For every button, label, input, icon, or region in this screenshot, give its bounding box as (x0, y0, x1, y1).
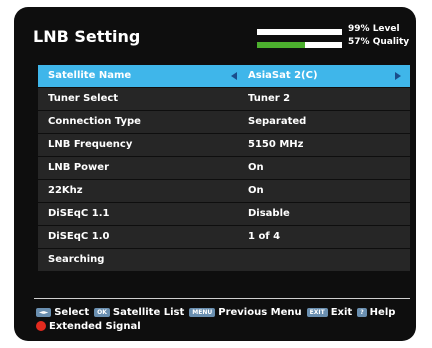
setting-label: Searching (48, 254, 105, 265)
setting-row-diseqc-1-1[interactable]: DiSEqC 1.1 Disable (38, 203, 410, 226)
setting-label: Connection Type (48, 116, 141, 127)
setting-label: Satellite Name (48, 70, 132, 81)
menu-key-icon: MENU (189, 307, 216, 317)
setting-row-tuner-select[interactable]: Tuner Select Tuner 2 (38, 88, 410, 111)
exit-key-icon: EXIT (306, 307, 328, 317)
setting-label: Tuner Select (48, 93, 119, 104)
help-previous-menu-label: Previous Menu (218, 306, 302, 318)
select-key-icon: ◄► (36, 307, 52, 317)
help-select-label: Select (54, 306, 90, 318)
help-select: ◄► Select (36, 307, 89, 318)
setting-value: On (248, 162, 264, 173)
quality-meter-label: 57% Quality (348, 37, 409, 47)
quality-meter (257, 42, 342, 48)
arrow-left-icon[interactable] (231, 72, 237, 80)
setting-row-searching[interactable]: Searching (38, 249, 410, 272)
page-title: LNB Setting (33, 27, 141, 46)
help-previous-menu: MENU Previous Menu (189, 306, 302, 318)
ok-key-icon: OK (94, 307, 110, 317)
help-bar: ◄► Select OK Satellite List MENU Previou… (36, 305, 400, 333)
quality-percent: 57% (348, 37, 370, 47)
setting-label: 22Khz (48, 185, 83, 196)
setting-value: Tuner 2 (248, 93, 291, 104)
setting-value: AsiaSat 2(C) (248, 70, 318, 81)
help-line-2: Extended Signal (36, 319, 400, 333)
tv-screen: LNB Setting 99% Level 57% Quality Satell… (14, 7, 416, 341)
level-meter (257, 29, 342, 35)
setting-value: 1 of 4 (248, 231, 281, 242)
setting-label: DiSEqC 1.1 (48, 208, 110, 219)
setting-label: LNB Power (48, 162, 109, 173)
setting-value: Separated (248, 116, 307, 127)
setting-label: LNB Frequency (48, 139, 133, 150)
help-exit-label: Exit (330, 306, 353, 318)
setting-value: On (248, 185, 264, 196)
help-help: ? Help (357, 307, 395, 318)
setting-value: 5150 MHz (248, 139, 304, 150)
quality-meter-fill (257, 42, 306, 48)
help-line-1: ◄► Select OK Satellite List MENU Previou… (36, 305, 400, 319)
setting-row-diseqc-1-0[interactable]: DiSEqC 1.0 1 of 4 (38, 226, 410, 249)
help-key-icon: ? (357, 307, 367, 317)
setting-row-lnb-frequency[interactable]: LNB Frequency 5150 MHz (38, 134, 410, 157)
setting-row-22khz[interactable]: 22Khz On (38, 180, 410, 203)
setting-label: DiSEqC 1.0 (48, 231, 110, 242)
arrow-right-icon[interactable] (395, 72, 401, 80)
help-extended-signal-label: Extended Signal (49, 320, 141, 332)
quality-label: Quality (372, 37, 410, 47)
setting-row-connection-type[interactable]: Connection Type Separated (38, 111, 410, 134)
help-satellite-list-label: Satellite List (112, 306, 185, 318)
divider (34, 298, 410, 299)
setting-value: Disable (248, 208, 290, 219)
setting-row-lnb-power[interactable]: LNB Power On (38, 157, 410, 180)
setting-row-satellite-name[interactable]: Satellite Name AsiaSat 2(C) (38, 65, 410, 88)
help-satellite-list: OK Satellite List (94, 307, 184, 318)
level-meter-label: 99% Level (348, 24, 400, 34)
help-help-label: Help (369, 306, 396, 318)
level-percent: 99% (348, 24, 370, 34)
level-label: Level (372, 24, 400, 34)
help-exit: EXIT Exit (306, 306, 353, 318)
settings-menu: Satellite Name AsiaSat 2(C) Tuner Select… (38, 65, 410, 272)
red-button-icon (36, 321, 46, 331)
level-meter-fill (257, 29, 342, 35)
